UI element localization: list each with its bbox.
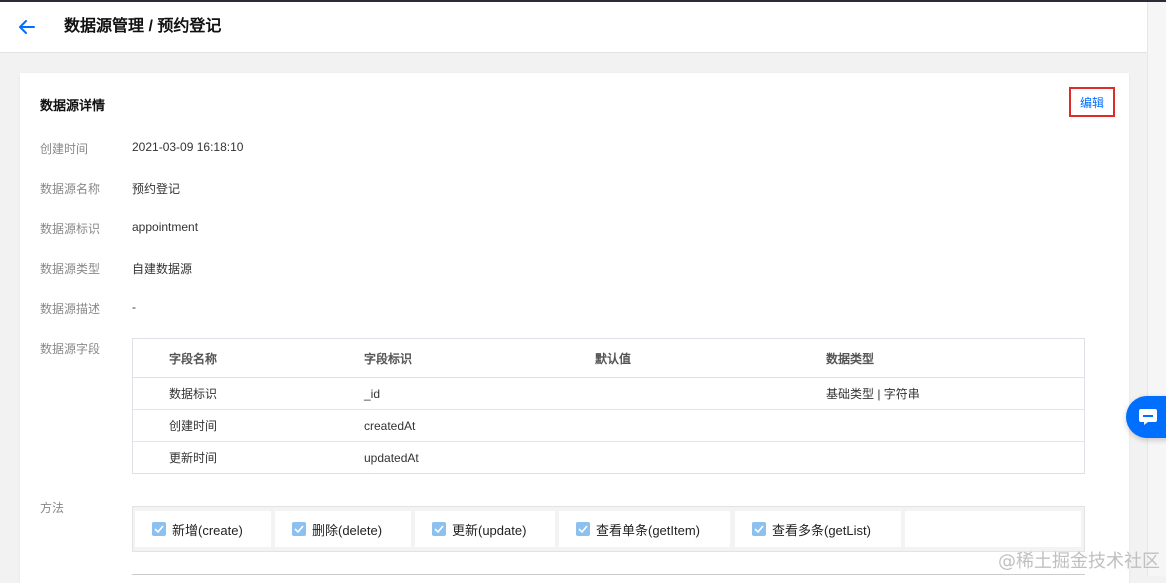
page-header: 数据源管理 / 预约登记 (0, 2, 1148, 53)
chat-support-button[interactable] (1126, 396, 1166, 438)
checkbox-checked-icon (292, 522, 306, 536)
method-getlist-checkbox[interactable]: 查看多条(getList) (735, 511, 901, 547)
datasource-detail-card: 数据源详情 编辑 创建时间 2021-03-09 16:18:10 数据源名称 … (20, 73, 1129, 583)
column-header: 默认值 (595, 338, 826, 378)
method-delete-checkbox[interactable]: 删除(delete) (275, 511, 411, 547)
table-cell: 数据标识 (132, 377, 364, 410)
table-row: 数据标识 _id 基础类型 | 字符串 (132, 377, 1085, 410)
back-arrow-icon[interactable] (16, 16, 38, 38)
datasource-desc-value: - (132, 300, 136, 314)
datasource-id-label: 数据源标识 (40, 222, 101, 236)
card-title: 数据源详情 (40, 98, 106, 113)
checkbox-checked-icon (432, 522, 446, 536)
method-label: 查看单条(getItem) (596, 522, 701, 538)
divider (132, 574, 1085, 575)
checkbox-checked-icon (152, 522, 166, 536)
checkbox-checked-icon (752, 522, 766, 536)
table-row: 更新时间 updatedAt (133, 442, 1085, 474)
method-label: 删除(delete) (312, 522, 383, 538)
vertical-scrollbar[interactable] (1147, 2, 1166, 576)
chat-icon (1139, 409, 1157, 425)
table-cell (595, 377, 826, 410)
table-cell: _id (364, 377, 595, 410)
table-cell: 创建时间 (132, 409, 364, 442)
methods-group: 新增(create) 删除(delete) 更新(update) 查看单条(ge… (132, 506, 1085, 552)
table-cell (826, 442, 1085, 474)
table-row: 创建时间 createdAt (132, 409, 1085, 442)
table-cell: 基础类型 | 字符串 (826, 377, 1085, 410)
column-header: 字段名称 (132, 338, 364, 378)
watermark: @稀土掘金技术社区 (998, 551, 1160, 572)
datasource-id-value: appointment (132, 220, 199, 234)
datasource-type-label: 数据源类型 (40, 262, 101, 276)
table-cell: createdAt (364, 409, 595, 442)
method-create-checkbox[interactable]: 新增(create) (135, 511, 271, 547)
checkbox-checked-icon (576, 522, 590, 536)
page-title: 数据源管理 / 预约登记 (64, 18, 222, 35)
datasource-name-value: 预约登记 (132, 182, 181, 196)
datasource-type-value: 自建数据源 (132, 262, 193, 276)
table-cell (595, 442, 826, 474)
table-cell (826, 409, 1085, 442)
column-header: 字段标识 (364, 338, 595, 378)
method-label: 更新(update) (452, 522, 527, 538)
method-label: 新增(create) (172, 522, 243, 538)
table-cell: 更新时间 (169, 451, 218, 465)
datasource-desc-label: 数据源描述 (40, 302, 101, 316)
edit-button[interactable]: 编辑 (1069, 87, 1115, 117)
fields-table: 字段名称 字段标识 默认值 数据类型 数据标识 _id 基础类型 | 字符串 创… (132, 338, 1085, 474)
datasource-fields-label: 数据源字段 (40, 342, 101, 356)
methods-label: 方法 (40, 501, 65, 515)
created-time-value: 2021-03-09 16:18:10 (132, 140, 244, 154)
table-header-row: 字段名称 字段标识 默认值 数据类型 (132, 338, 1085, 378)
created-time-label: 创建时间 (40, 142, 89, 156)
datasource-name-label: 数据源名称 (40, 182, 101, 196)
method-empty-slot (905, 511, 1081, 547)
table-cell: updatedAt (364, 450, 419, 465)
table-cell (595, 409, 826, 442)
method-label: 查看多条(getList) (772, 522, 871, 538)
method-getitem-checkbox[interactable]: 查看单条(getItem) (559, 511, 730, 547)
method-update-checkbox[interactable]: 更新(update) (415, 511, 555, 547)
column-header: 数据类型 (826, 338, 1085, 378)
